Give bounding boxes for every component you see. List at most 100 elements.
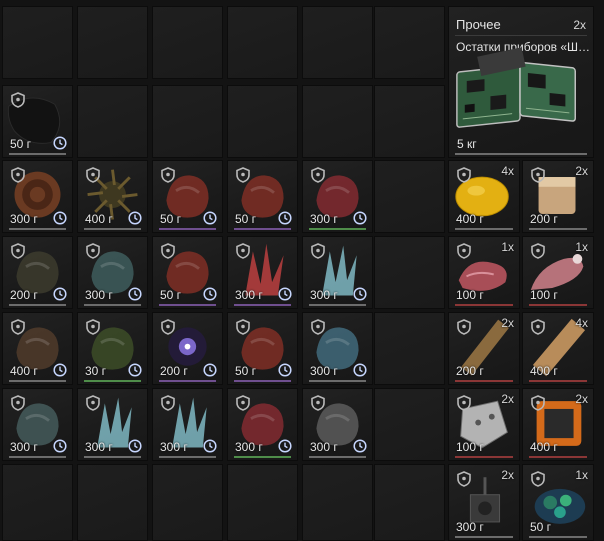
item-price: 300 г — [310, 440, 338, 454]
item-slot[interactable]: 50 г — [227, 160, 298, 233]
item-price: 300 г — [310, 288, 338, 302]
item-slot[interactable]: 400 г — [77, 160, 148, 233]
item-price: 300 г — [10, 212, 38, 226]
condition-bar — [529, 456, 587, 458]
condition-bar — [9, 380, 66, 382]
empty-slot[interactable] — [227, 464, 298, 541]
condition-bar — [9, 153, 66, 155]
item-slot[interactable]: 200 г — [152, 312, 223, 385]
shield-icon — [311, 319, 325, 335]
condition-bar — [309, 380, 366, 382]
empty-slot[interactable] — [2, 464, 73, 541]
item-slot[interactable]: 300 г — [302, 312, 373, 385]
empty-slot[interactable] — [152, 85, 223, 158]
shield-icon — [236, 395, 250, 411]
item-price: 400 г — [10, 364, 38, 378]
shield-icon — [236, 319, 250, 335]
item-slot[interactable]: 100 г 1x — [448, 236, 520, 309]
empty-slot[interactable] — [2, 6, 73, 79]
empty-slot[interactable] — [227, 85, 298, 158]
empty-slot[interactable] — [227, 6, 298, 79]
item-slot[interactable]: 400 г 4x — [448, 160, 520, 233]
shield-icon — [11, 395, 25, 411]
empty-slot[interactable] — [302, 85, 373, 158]
condition-bar — [234, 304, 291, 306]
item-price: 300 г — [85, 288, 113, 302]
item-price: 50 г — [160, 288, 182, 302]
empty-slot[interactable] — [77, 464, 148, 541]
item-price: 300 г — [456, 520, 484, 534]
item-slot[interactable]: 100 г 2x — [448, 388, 520, 461]
shield-icon — [161, 319, 175, 335]
item-slot[interactable]: 50 г — [152, 160, 223, 233]
shield-icon — [531, 395, 545, 411]
item-slot[interactable]: 400 г 4x — [522, 312, 594, 385]
item-price: 300 г — [160, 440, 188, 454]
item-price: 100 г — [530, 288, 558, 302]
item-price: 300 г — [310, 364, 338, 378]
condition-bar — [455, 304, 513, 306]
condition-bar — [309, 456, 366, 458]
item-slot[interactable]: 300 г 2x — [448, 464, 520, 541]
empty-slot[interactable] — [374, 464, 445, 541]
empty-slot[interactable] — [374, 85, 445, 158]
clock-icon — [353, 211, 367, 225]
item-slot[interactable]: 50 г — [2, 85, 73, 158]
item-slot[interactable]: 300 г — [77, 388, 148, 461]
item-slot[interactable]: 300 г — [302, 160, 373, 233]
item-slot[interactable]: 50 г — [152, 236, 223, 309]
item-price: 100 г — [456, 440, 484, 454]
clock-icon — [203, 211, 217, 225]
item-price: 300 г — [310, 212, 338, 226]
item-slot[interactable]: 300 г — [2, 160, 73, 233]
clock-icon — [353, 287, 367, 301]
item-slot[interactable]: 200 г 2x — [522, 160, 594, 233]
item-price: 300 г — [85, 440, 113, 454]
item-price: 400 г — [456, 212, 484, 226]
clock-icon — [203, 287, 217, 301]
large-item-slot[interactable]: Прочее 2x Остатки приборов «Ше... 5 кг — [448, 6, 594, 158]
item-slot[interactable]: 200 г — [2, 236, 73, 309]
empty-slot[interactable] — [152, 464, 223, 541]
item-slot[interactable]: 400 г 2x — [522, 388, 594, 461]
empty-slot[interactable] — [77, 6, 148, 79]
item-slot[interactable]: 200 г 2x — [448, 312, 520, 385]
clock-icon — [53, 136, 67, 150]
empty-slot[interactable] — [374, 236, 445, 309]
condition-bar — [9, 304, 66, 306]
empty-slot[interactable] — [374, 6, 445, 79]
item-slot[interactable]: 50 г 1x — [522, 464, 594, 541]
empty-slot[interactable] — [374, 388, 445, 461]
empty-slot[interactable] — [374, 312, 445, 385]
empty-slot[interactable] — [152, 6, 223, 79]
shield-icon — [457, 319, 471, 335]
item-slot[interactable]: 300 г — [227, 236, 298, 309]
item-weight: 5 кг — [457, 137, 477, 151]
shield-icon — [531, 471, 545, 487]
item-slot[interactable]: 300 г — [227, 388, 298, 461]
item-price: 50 г — [10, 137, 32, 151]
clock-icon — [128, 363, 142, 377]
item-slot[interactable]: 50 г — [227, 312, 298, 385]
clock-icon — [128, 211, 142, 225]
condition-bar — [455, 536, 513, 538]
item-slot[interactable]: 300 г — [152, 388, 223, 461]
clock-icon — [203, 439, 217, 453]
clock-icon — [278, 211, 292, 225]
clock-icon — [53, 287, 67, 301]
item-slot[interactable]: 300 г — [302, 236, 373, 309]
condition-bar — [455, 380, 513, 382]
shield-icon — [531, 243, 545, 259]
empty-slot[interactable] — [302, 6, 373, 79]
item-slot[interactable]: 300 г — [302, 388, 373, 461]
empty-slot[interactable] — [302, 464, 373, 541]
item-slot[interactable]: 300 г — [2, 388, 73, 461]
item-count: 4x — [575, 316, 588, 330]
item-price: 50 г — [160, 212, 182, 226]
empty-slot[interactable] — [77, 85, 148, 158]
item-slot[interactable]: 100 г 1x — [522, 236, 594, 309]
empty-slot[interactable] — [374, 160, 445, 233]
item-slot[interactable]: 300 г — [77, 236, 148, 309]
item-slot[interactable]: 30 г — [77, 312, 148, 385]
item-slot[interactable]: 400 г — [2, 312, 73, 385]
